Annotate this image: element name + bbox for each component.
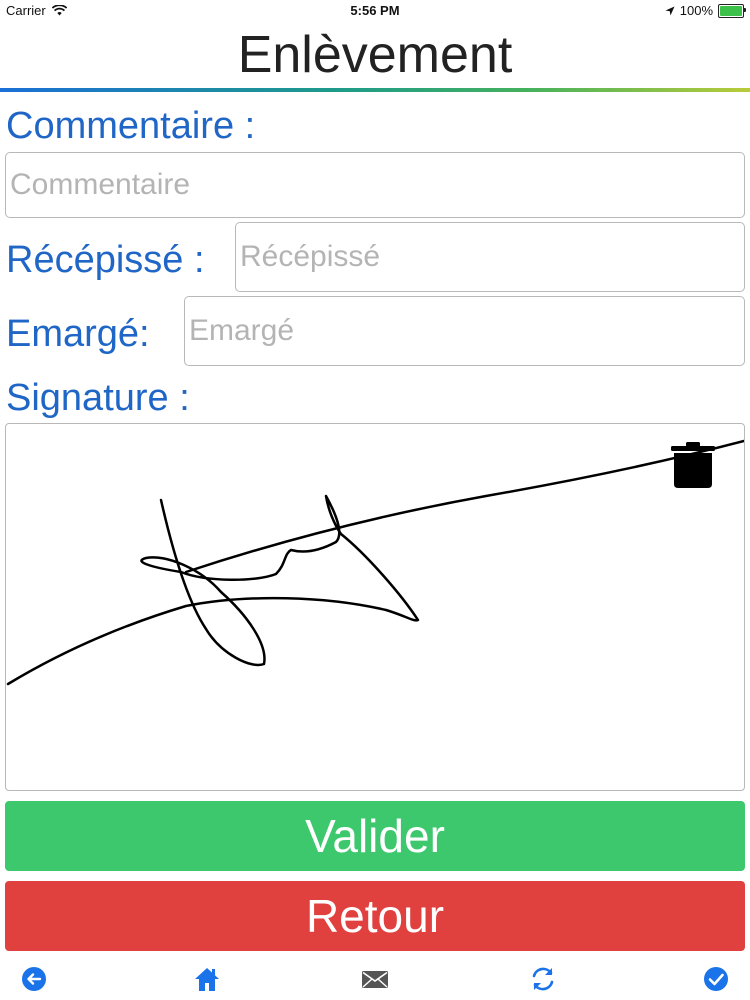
battery-percent: 100% xyxy=(679,3,713,18)
signature-stroke xyxy=(6,439,744,686)
sync-icon[interactable] xyxy=(529,965,557,993)
battery-icon xyxy=(718,3,746,18)
back-button[interactable]: Retour xyxy=(5,881,745,951)
back-arrow-icon[interactable] xyxy=(20,965,48,993)
recepisse-label: Récépissé : xyxy=(6,239,205,281)
emarge-input[interactable] xyxy=(184,296,745,366)
check-circle-icon[interactable] xyxy=(702,965,730,993)
status-bar-right: 100% xyxy=(665,3,746,18)
trash-icon[interactable] xyxy=(670,440,716,490)
bottom-toolbar xyxy=(0,958,750,1000)
page-title: Enlèvement xyxy=(237,26,513,84)
commentaire-label: Commentaire : xyxy=(6,105,256,147)
signature-label: Signature : xyxy=(6,377,190,419)
recepisse-input[interactable] xyxy=(235,222,745,292)
mail-icon[interactable] xyxy=(361,965,389,993)
signature-pad[interactable] xyxy=(5,423,745,791)
validate-button[interactable]: Valider xyxy=(5,801,745,871)
emarge-label: Emargé: xyxy=(6,313,150,355)
home-icon[interactable] xyxy=(193,965,221,993)
title-divider xyxy=(0,88,750,92)
location-arrow-icon xyxy=(665,6,675,15)
commentaire-input[interactable] xyxy=(5,152,745,218)
clock: 5:56 PM xyxy=(350,3,400,18)
status-bar: Carrier 5:56 PM 100% xyxy=(0,0,750,22)
